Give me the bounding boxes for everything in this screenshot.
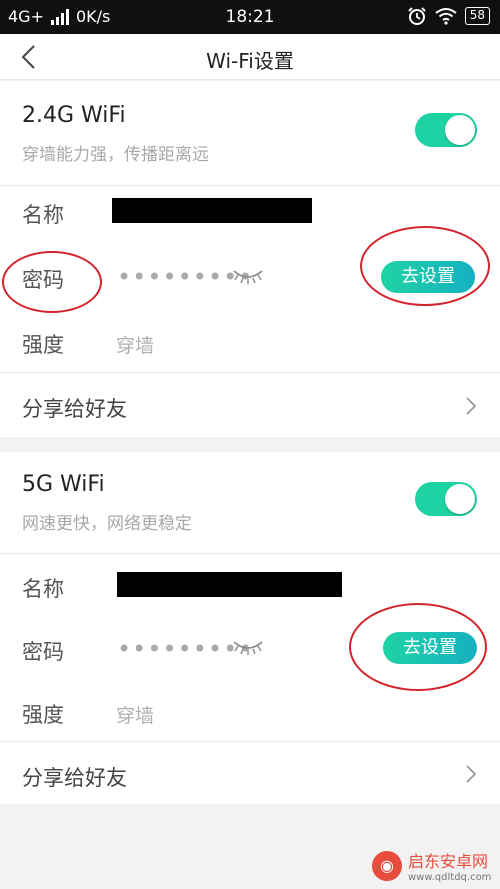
wifi-24-strength-value: 穿墙 (116, 335, 155, 357)
wifi-icon (435, 8, 457, 25)
eye-closed-icon[interactable] (232, 267, 264, 287)
annotation-circle-set-button-5g (349, 603, 487, 691)
wifi-5-ssid-redacted (117, 572, 342, 597)
chevron-right-icon (466, 397, 477, 415)
annotation-circle-password-label (2, 251, 102, 313)
wifi-5-password-label: 密码 (22, 640, 64, 664)
wifi-24-description: 穿墙能力强，传播距离远 (22, 145, 209, 165)
wifi-5-description: 网速更快，网络更稳定 (22, 514, 192, 534)
wifi-24-name-label: 名称 (22, 203, 64, 227)
status-right: 58 (407, 6, 490, 26)
wifi-5-toggle[interactable] (415, 482, 477, 516)
divider (0, 185, 500, 186)
page-title: Wi-Fi设置 (206, 49, 294, 73)
watermark-logo-icon: ◉ (372, 850, 402, 881)
alarm-icon (408, 7, 426, 25)
nav-bar: Wi-Fi设置 (0, 34, 500, 80)
divider (0, 553, 500, 554)
wifi-24-share-row[interactable]: 分享给好友 (0, 373, 500, 437)
status-bar: 4G+ 0K/s 18:21 58 (0, 0, 500, 34)
battery-icon: 58 (464, 7, 490, 25)
wifi-24-toggle[interactable] (415, 113, 477, 147)
wifi-5-name: 5G WiFi (22, 472, 105, 497)
toggle-knob (445, 115, 475, 145)
watermark-url: www.qdltdq.com (408, 872, 492, 883)
wifi-24-strength-label: 强度 (22, 333, 64, 357)
wifi-5-name-label: 名称 (22, 577, 64, 601)
wifi-5-share-row[interactable]: 分享给好友 (0, 742, 500, 804)
watermark-texts: 启东安卓网 www.qdltdq.com (408, 848, 491, 883)
watermark: ◉ 启东安卓网 www.qdltdq.com (372, 848, 491, 883)
wifi-5-strength-label: 强度 (22, 703, 64, 727)
wifi-24-share-label: 分享给好友 (22, 397, 127, 421)
chevron-right-icon (466, 765, 477, 783)
annotation-circle-set-button (360, 226, 490, 306)
eye-closed-icon[interactable] (232, 638, 264, 658)
wifi-24-ssid-redacted (112, 198, 312, 223)
watermark-text: 启东安卓网 (408, 852, 489, 871)
toggle-knob (445, 484, 475, 514)
wifi-24-name: 2.4G WiFi (22, 103, 126, 128)
wifi-5-share-label: 分享给好友 (22, 766, 127, 790)
wifi-5-strength-value: 穿墙 (116, 705, 155, 727)
